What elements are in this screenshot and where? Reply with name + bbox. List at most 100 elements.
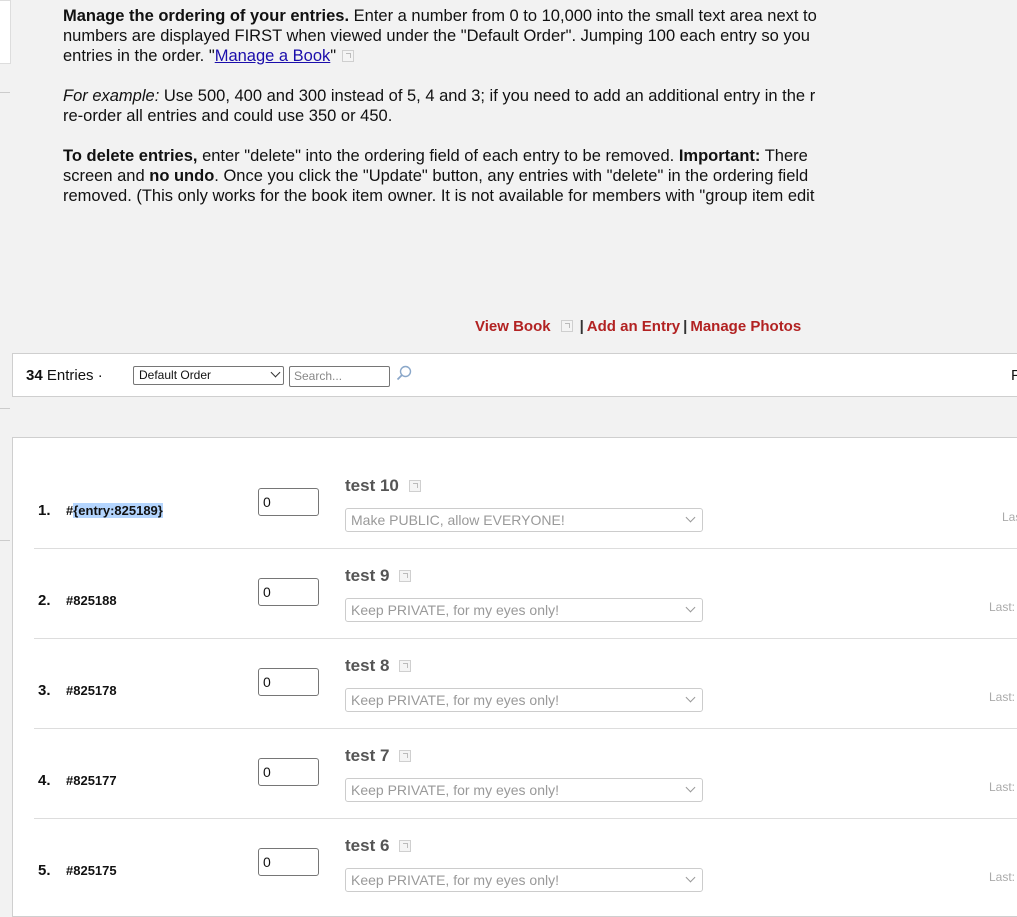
entries-toolbar: 34 Entries · Default Order Search... F [12,353,1017,397]
entries-panel: 1. #{entry:825189} 0 test 10 Make PUBLIC… [12,437,1017,917]
external-link-icon[interactable] [399,659,412,672]
ordering-heading: Manage the ordering of your entries. [63,7,350,25]
chevron-down-icon [685,692,696,703]
entry-id: #{entry:825189} [66,503,163,518]
entry-count-label: Entries · [42,367,103,384]
sort-order-value: Default Order [139,368,212,382]
external-link-icon[interactable] [399,749,412,762]
order-input[interactable]: 0 [258,668,319,696]
entry-title-text[interactable]: test 10 [345,476,399,495]
ordering-text: Enter a number from 0 to 10,000 into the… [349,7,817,25]
privacy-value: Keep PRIVATE, for my eyes only! [351,872,560,888]
search-input[interactable]: Search... [289,366,390,387]
entry-title-text[interactable]: test 6 [345,836,389,855]
external-link-icon[interactable] [399,839,412,852]
entry-title-text[interactable]: test 7 [345,746,389,765]
external-link-icon[interactable] [560,320,573,333]
entry-title[interactable]: test 10 [345,476,421,496]
last-updated: Last: A [989,870,1017,884]
delete-heading: To delete entries, [63,147,198,165]
privacy-select[interactable]: Keep PRIVATE, for my eyes only! [345,688,703,712]
entry-row: 2. #825188 0 test 9 Keep PRIVATE, for my… [34,548,1017,639]
privacy-value: Keep PRIVATE, for my eyes only! [351,782,560,798]
entry-number: 5. [38,862,51,879]
delete-text: There [760,147,808,165]
delete-text: removed. (This only works for the book i… [63,187,815,205]
entry-row: 1. #{entry:825189} 0 test 10 Make PUBLIC… [34,458,1017,549]
important-label: Important: [678,147,761,165]
instructions: Manage the ordering of your entries. Ent… [63,6,1017,226]
chevron-down-icon [685,602,696,613]
entry-title[interactable]: test 7 [345,746,412,766]
search-icon[interactable] [396,365,412,381]
entry-count: 34 Entries · [26,367,103,384]
view-book-link[interactable]: View Book [475,318,551,335]
last-updated: Last [1002,510,1017,524]
ordering-text: numbers are displayed FIRST when viewed … [63,27,810,45]
ordering-text: " [330,47,337,65]
delete-text: enter "delete" into the ordering field o… [197,147,679,165]
order-input[interactable]: 0 [258,758,319,786]
chevron-down-icon [685,872,696,883]
entry-number: 1. [38,502,51,519]
entry-id: #825178 [66,683,117,698]
entry-title[interactable]: test 6 [345,836,412,856]
entry-id: #825177 [66,773,117,788]
sidebar-divider [0,540,10,541]
last-updated: Last: F [989,600,1017,614]
delete-text: . Once you click the "Update" button, an… [214,167,809,185]
example-paragraph: For example: Use 500, 400 and 300 instea… [63,86,1017,126]
example-text: re-order all entries and could use 350 o… [63,107,393,125]
privacy-select[interactable]: Keep PRIVATE, for my eyes only! [345,778,703,802]
manage-book-link[interactable]: Manage a Book [215,47,331,65]
last-updated: Last: A [989,780,1017,794]
separator: | [579,318,584,335]
entry-row: 4. #825177 0 test 7 Keep PRIVATE, for my… [34,728,1017,819]
privacy-value: Make PUBLIC, allow EVERYONE! [351,512,565,528]
entry-number: 3. [38,682,51,699]
order-input[interactable]: 0 [258,848,319,876]
entry-title-text[interactable]: test 8 [345,656,389,675]
delete-paragraph: To delete entries, enter "delete" into t… [63,146,1017,206]
order-input[interactable]: 0 [258,488,319,516]
privacy-select[interactable]: Keep PRIVATE, for my eyes only! [345,598,703,622]
order-input[interactable]: 0 [258,578,319,606]
ordering-text: entries in the order. " [63,47,215,65]
entry-id: #825188 [66,593,117,608]
chevron-down-icon [685,782,696,793]
sidebar-edge [0,0,11,64]
entry-row: 3. #825178 0 test 8 Keep PRIVATE, for my… [34,638,1017,729]
no-undo-label: no undo [149,167,215,185]
external-link-icon[interactable] [408,479,421,492]
toolbar-right-text: F [1011,367,1017,384]
book-actions: View Book | Add an Entry | Manage Photos [475,318,801,335]
chevron-down-icon [685,512,696,523]
privacy-value: Keep PRIVATE, for my eyes only! [351,692,560,708]
entry-id: #825175 [66,863,117,878]
entry-row: 5. #825175 0 test 6 Keep PRIVATE, for my… [34,818,1017,908]
sidebar-divider [0,408,10,409]
external-link-icon[interactable] [342,49,355,62]
privacy-value: Keep PRIVATE, for my eyes only! [351,602,560,618]
manage-photos-link[interactable]: Manage Photos [690,318,801,335]
sidebar-divider [0,92,10,93]
entry-count-number: 34 [26,367,43,384]
sort-order-select[interactable]: Default Order [133,366,284,385]
entry-title-text[interactable]: test 9 [345,566,389,585]
entry-number: 2. [38,592,51,609]
privacy-select[interactable]: Make PUBLIC, allow EVERYONE! [345,508,703,532]
entry-number: 4. [38,772,51,789]
ordering-paragraph: Manage the ordering of your entries. Ent… [63,6,1017,66]
example-label: For example: [63,87,160,105]
external-link-icon[interactable] [399,569,412,582]
example-text: Use 500, 400 and 300 instead of 5, 4 and… [159,87,816,105]
separator: | [683,318,688,335]
add-entry-link[interactable]: Add an Entry [587,318,680,335]
last-updated: Last: A [989,690,1017,704]
delete-text: screen and [63,167,150,185]
privacy-select[interactable]: Keep PRIVATE, for my eyes only! [345,868,703,892]
entry-title[interactable]: test 9 [345,566,412,586]
chevron-down-icon [270,367,281,378]
entry-id-value: {entry:825189} [73,503,163,518]
entry-title[interactable]: test 8 [345,656,412,676]
